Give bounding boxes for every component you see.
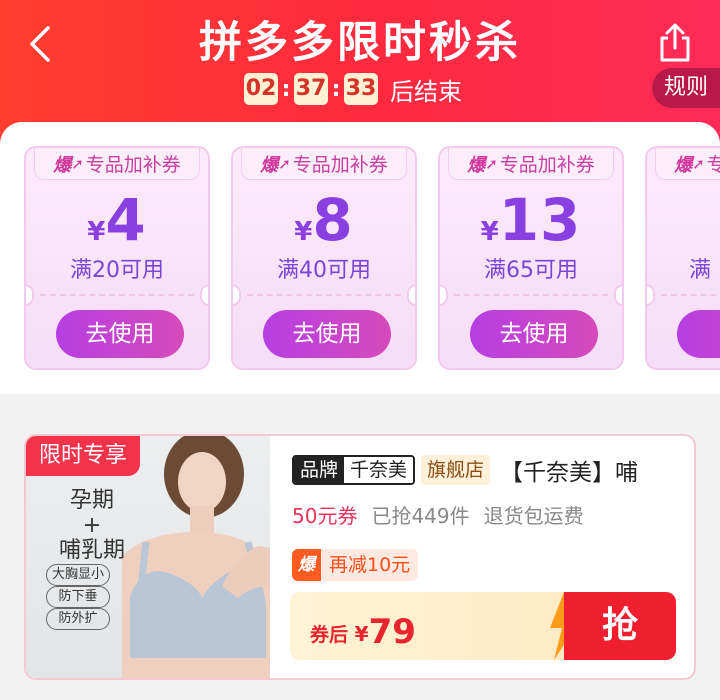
divider [40,294,194,296]
coupon-condition: 满65可用 [484,258,578,283]
countdown-seconds: 33 [344,73,378,105]
feature-line: 孕期 [69,488,114,513]
divider [454,294,608,296]
coupon-condition: 满 [689,258,712,283]
limited-badge: 限时专享 [26,436,140,476]
countdown-colon: : [331,76,341,102]
countdown-hours: 02 [244,73,278,105]
rules-button[interactable]: 规则 [652,68,720,108]
store-type-badge: 旗舰店 [421,455,491,485]
coupon-tag: 爆➚ 专品加补券 [34,148,200,180]
currency-symbol: ¥ [354,622,369,646]
notch [614,284,622,306]
hot-flame-icon: 爆 [53,154,72,176]
product-info: 品牌 千奈美 旗舰店 【千奈美】哺 [292,454,692,486]
use-coupon-button[interactable] [677,310,720,358]
notch [407,284,415,306]
sold-count: 已抢449件 [371,504,470,528]
feature-pill: 大胸显小 [46,564,110,586]
feature-pill: 防下垂 [46,586,110,608]
after-coupon-price: 券后 ¥79 [310,610,416,652]
currency-symbol: ¥ [87,217,106,247]
notch [233,284,241,306]
countdown-colon: : [281,76,291,102]
coupon-card[interactable]: 爆 ➚ 专品加补券 ¥13 满65可用 去使用 [438,146,624,370]
product-title[interactable]: 【千奈美】哺 [500,453,670,487]
coupon-tag: 爆➚ 专品加补券 [655,148,720,180]
coupon-tag: 爆➚ 专品加补券 [241,148,407,180]
extra-discount-text: 再减10元 [321,549,419,581]
product-card[interactable]: 限时专享 孕期 + 哺乳期 大胸显小 防下垂 防外扩 品牌 千奈美 旗舰店 【千… [24,434,696,680]
feature-line: 哺乳期 [58,538,125,563]
brand-chip: 品牌 千奈美 [292,455,416,485]
coupon-amount: ¥8 [233,186,415,254]
hot-flame-icon: 爆 [674,154,693,176]
brand-name: 千奈美 [344,457,414,483]
currency-symbol: ¥ [294,217,313,247]
feature-text: 孕期 + 哺乳期 [48,488,136,563]
after-coupon-label: 券后 [310,624,349,646]
brand-key: 品牌 [294,457,345,483]
coupon-tag-text: 专品加补券 [292,154,388,176]
notch [200,284,208,306]
feature-pill: 防外扩 [46,608,110,630]
brand-row: 品牌 千奈美 旗舰店 【千奈美】哺 [292,454,692,486]
coupon-card[interactable]: 爆➚ 专品加补券 满 [645,146,720,370]
product-meta: 50元券 已抢449件 退货包运费 [292,500,584,529]
coupon-tag-text: 专品加补券 [499,154,595,176]
coupon-value: 13 [498,186,582,254]
extra-discount-badge: 爆 再减10元 [292,549,419,581]
hot-flame-icon: 爆 [260,154,279,176]
notch [26,284,34,306]
use-coupon-button[interactable]: 去使用 [56,310,184,358]
coupon-text: 50元券 [292,504,358,528]
coupon-value: 8 [312,186,354,254]
countdown: 02 : 37 : 33 后结束 [244,72,462,106]
share-icon[interactable] [654,22,696,64]
feature-line: + [82,513,102,538]
hot-flame-icon: 爆 [292,549,321,581]
price-value: 79 [368,612,416,652]
use-coupon-button[interactable]: 去使用 [470,310,598,358]
countdown-suffix: 后结束 [390,77,462,106]
buy-button[interactable]: 抢 [564,592,676,660]
divider [661,294,720,296]
coupon-amount: ¥4 [26,186,208,254]
coupon-tag-text: 专品加补券 [85,154,181,176]
hot-flame-icon: 爆 [467,154,486,176]
coupon-card[interactable]: 爆 ➚ 专品加补券 ¥8 满40可用 去使用 [231,146,417,370]
currency-symbol: ¥ [480,217,499,247]
divider [247,294,401,296]
coupon-card[interactable]: 爆 ➚ 专品加补券 ¥4 满20可用 去使用 [24,146,210,370]
use-coupon-button[interactable]: 去使用 [263,310,391,358]
coupon-value: 4 [105,186,147,254]
product-image[interactable]: 限时专享 孕期 + 哺乳期 大胸显小 防下垂 防外扩 [26,436,270,678]
coupon-tag: 爆➚ 专品加补券 [448,148,614,180]
coupon-condition: 满40可用 [277,258,371,283]
coupon-amount: ¥13 [440,186,622,254]
countdown-minutes: 37 [294,73,328,105]
buy-bar[interactable]: 券后 ¥79 抢 [290,592,676,660]
notch [647,284,655,306]
notch [440,284,448,306]
return-policy: 退货包运费 [483,504,584,528]
coupon-panel: 爆 ➚ 专品加补券 ¥4 满20可用 去使用 爆 ➚ 专品加补券 ¥8 满40可用 … [0,122,720,394]
coupon-tag-text: 专品加补券 [707,150,720,177]
page-title: 拼多多限时秒杀 [199,18,521,68]
coupon-condition: 满20可用 [70,258,164,283]
